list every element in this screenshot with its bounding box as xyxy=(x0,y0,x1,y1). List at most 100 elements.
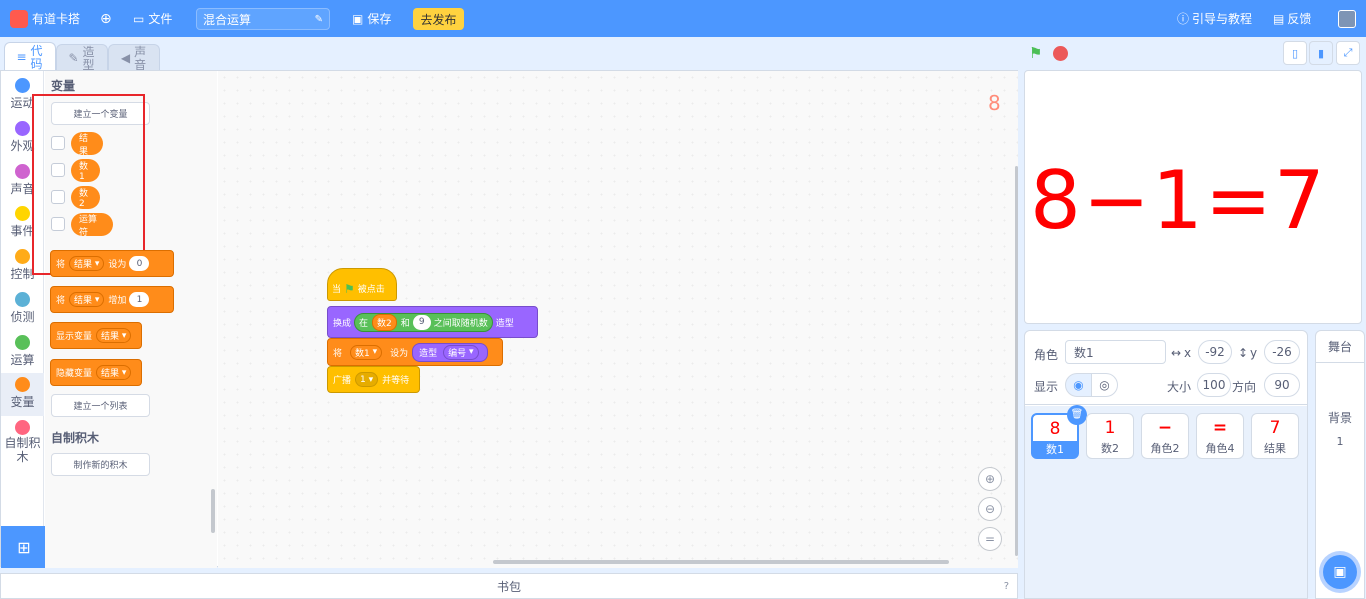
costume-reporter[interactable]: 造型 编号 ▾ xyxy=(412,342,488,362)
block-text: 和 xyxy=(400,318,410,329)
tab-sounds-label: 声音 xyxy=(134,44,147,72)
sprite-tile[interactable]: 1 数2 xyxy=(1086,413,1134,459)
sprite-tile[interactable]: 8 数1 🗑 xyxy=(1031,405,1087,459)
category-variables[interactable]: 变量 xyxy=(1,373,44,416)
category-myblocks[interactable]: 自制积木 xyxy=(1,416,44,472)
variable-reporter[interactable]: 数2 xyxy=(372,313,397,331)
category-motion-label: 运动 xyxy=(10,96,35,110)
tab-code[interactable]: ≡ 代码 xyxy=(4,42,56,72)
sprite-name: 角色2 xyxy=(1150,442,1180,455)
menu-bar: 有道卡搭 ⊕ ▭ 文件 混合运算 ✎ ▣ 保存 去发布 ⓘ 引导与教程 ▤ 反馈 xyxy=(0,0,1366,37)
sprite-info: 角色 数1 ↔ x -92 ↕ y -26 显示 ◉ ◎ 大小 100 方向 9… xyxy=(1025,331,1307,405)
value-input[interactable]: 1 xyxy=(129,292,150,307)
block-text: 被点击 xyxy=(357,285,385,295)
delete-sprite-icon[interactable]: 🗑 xyxy=(1067,405,1087,425)
script-canvas[interactable]: 8 当 ⚑ 被点击 换成 在 数2 和 9 之间取随机数 造型 将 数1 ▾ 设… xyxy=(218,71,1018,568)
category-control-label: 控制 xyxy=(10,267,35,281)
sprite-tile[interactable]: − 角色2 xyxy=(1141,413,1189,459)
show-hidden-button[interactable]: ◎ xyxy=(1091,373,1118,397)
canvas-vertical-scrollbar[interactable] xyxy=(1015,166,1018,556)
stop-button[interactable] xyxy=(1053,46,1068,61)
feedback-button[interactable]: ▤ 反馈 xyxy=(1273,0,1311,37)
guide-label: 引导与教程 xyxy=(1192,12,1253,26)
y-input[interactable]: -26 xyxy=(1264,340,1300,364)
variable-dropdown[interactable]: 结果 ▾ xyxy=(96,328,132,343)
category-sensing[interactable]: 侦测 xyxy=(1,288,44,331)
palette-scrollbar[interactable] xyxy=(211,489,215,533)
variable-dropdown[interactable]: 结果 ▾ xyxy=(69,256,105,271)
block-text: 将 xyxy=(56,260,66,270)
x-input[interactable]: -92 xyxy=(1198,340,1232,364)
size-input[interactable]: 100 xyxy=(1197,373,1231,397)
backpack-bar[interactable]: 书包 ? xyxy=(0,573,1018,599)
canvas-horizontal-scrollbar[interactable] xyxy=(493,560,949,564)
backdrop-count: 1 xyxy=(1336,435,1344,448)
set-variable-block[interactable]: 将 结果 ▾ 设为 0 xyxy=(50,250,174,277)
sprite-name-input[interactable]: 数1 xyxy=(1065,340,1166,364)
zoom-out-button[interactable]: ⊖ xyxy=(978,497,1002,521)
block-text: 并等待 xyxy=(382,376,410,386)
sprite-tile[interactable]: = 角色4 xyxy=(1196,413,1244,459)
make-block-button[interactable]: 制作新的积木 xyxy=(51,453,150,476)
dropdown-value: 1 xyxy=(360,374,366,385)
hide-variable-block[interactable]: 隐藏变量 结果 ▾ xyxy=(50,359,142,386)
value-input[interactable]: 9 xyxy=(412,314,431,330)
fullscreen-button[interactable]: ⤢ xyxy=(1336,41,1360,65)
brand[interactable]: 有道卡搭 xyxy=(10,0,80,37)
tab-costumes[interactable]: ✎ 造型 xyxy=(56,44,108,72)
logo-icon xyxy=(10,9,28,28)
broadcast-and-wait-block[interactable]: 广播 1 ▾ 并等待 xyxy=(327,366,420,393)
control-dot-icon xyxy=(15,249,30,264)
sound-dot-icon xyxy=(15,164,30,179)
add-extension-button[interactable]: ⊞ xyxy=(1,526,47,568)
block-text: 显示变量 xyxy=(56,332,93,342)
variable-dropdown[interactable]: 结果 ▾ xyxy=(96,365,132,380)
variable-dropdown[interactable]: 结果 ▾ xyxy=(69,292,105,307)
save-button[interactable]: ▣ 保存 xyxy=(352,0,391,37)
switch-costume-block[interactable]: 换成 在 数2 和 9 之间取随机数 造型 xyxy=(327,306,538,338)
when-flag-clicked-block[interactable]: 当 ⚑ 被点击 xyxy=(327,268,397,301)
code-workspace: 运动 外观 声音 事件 控制 侦测 运算 变量 自制积木 ⊞ 变量 建立一个变量… xyxy=(0,70,1018,568)
save-label: 保存 xyxy=(367,12,392,26)
message-dropdown[interactable]: 1 ▾ xyxy=(355,372,379,387)
help-icon[interactable]: ? xyxy=(1004,581,1009,592)
direction-input[interactable]: 90 xyxy=(1264,373,1300,397)
category-operators[interactable]: 运算 xyxy=(1,331,44,374)
block-text: 广播 xyxy=(333,376,352,386)
sprite-name: 数1 xyxy=(1033,441,1077,457)
make-list-button[interactable]: 建立一个列表 xyxy=(51,394,150,417)
stage-panel-title: 舞台 xyxy=(1327,340,1352,354)
show-variable-block[interactable]: 显示变量 结果 ▾ xyxy=(50,322,142,349)
project-title-input[interactable]: 混合运算 ✎ xyxy=(196,8,330,30)
value-input[interactable]: 0 xyxy=(129,256,150,271)
block-text: 将 xyxy=(333,348,343,359)
publish-button[interactable]: 去发布 xyxy=(413,8,464,30)
sprite-tile[interactable]: 7 结果 xyxy=(1251,413,1299,459)
small-stage-button[interactable]: ▯ xyxy=(1283,41,1307,65)
sprite-list: 8 数1 🗑 1 数2 − 角色2 = 角色4 7 结果 xyxy=(1025,405,1307,598)
looks-dot-icon xyxy=(15,121,30,136)
random-operator-block[interactable]: 在 数2 和 9 之间取随机数 xyxy=(354,312,493,332)
avatar[interactable] xyxy=(1338,0,1356,37)
show-label: 显示 xyxy=(1034,380,1059,394)
variable-dropdown[interactable]: 数1 ▾ xyxy=(350,344,383,360)
language-globe-icon[interactable]: ⊕ xyxy=(100,0,112,37)
block-text: 隐藏变量 xyxy=(56,369,93,379)
sprite-thumbnail: 7 xyxy=(1269,418,1281,438)
zoom-in-button[interactable]: ⊕ xyxy=(978,467,1002,491)
guide-button[interactable]: ⓘ 引导与教程 xyxy=(1177,0,1252,37)
change-variable-block[interactable]: 将 结果 ▾ 增加 1 xyxy=(50,286,174,313)
green-flag-button[interactable]: ⚑ xyxy=(1029,45,1045,61)
block-text: 设为 xyxy=(390,348,409,359)
costume-field-dropdown[interactable]: 编号 ▾ xyxy=(443,344,479,360)
show-visible-button[interactable]: ◉ xyxy=(1065,373,1092,397)
set-variable-block[interactable]: 将 数1 ▾ 设为 造型 编号 ▾ xyxy=(327,338,503,366)
editor-tabs: ≡ 代码 ✎ 造型 ◀ 声音 xyxy=(0,42,220,72)
tab-sounds[interactable]: ◀ 声音 xyxy=(108,44,160,72)
zoom-reset-button[interactable]: = xyxy=(978,527,1002,551)
choose-backdrop-button[interactable]: ▣ xyxy=(1323,555,1357,589)
normal-stage-button[interactable]: ▮ xyxy=(1309,41,1333,65)
category-sound-label: 声音 xyxy=(10,182,35,196)
stage-canvas[interactable]: 8−1=7 xyxy=(1024,70,1362,324)
file-menu[interactable]: ▭ 文件 xyxy=(133,0,172,37)
